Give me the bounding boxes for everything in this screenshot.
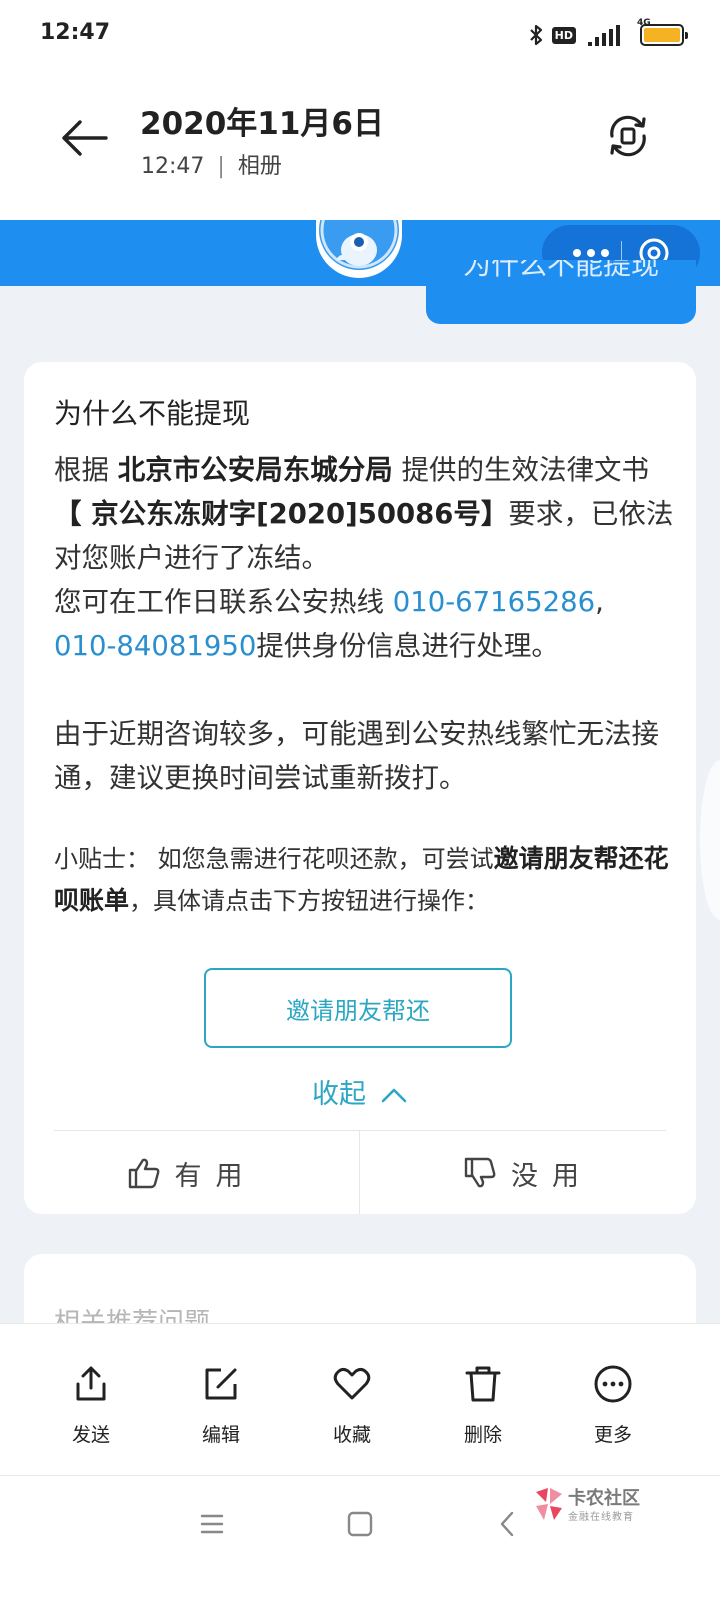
viewer-header: 2020年11月6日 12:47 | 相册 [0, 68, 720, 220]
status-time: 12:47 [40, 20, 111, 45]
battery-level [644, 28, 680, 42]
nav-home-button[interactable] [342, 1506, 378, 1542]
side-decoration [700, 760, 720, 920]
thumbs-down-icon [464, 1157, 496, 1188]
toolbar-send-button[interactable]: 发送 [36, 1324, 146, 1476]
share-icon [76, 1366, 106, 1401]
body-text: 根据 [54, 454, 118, 486]
system-nav-bar: 卡农社区 金融在线教育 [0, 1475, 720, 1600]
toolbar-delete-button[interactable]: 删除 [428, 1324, 538, 1476]
busy-notice: 由于近期咨询较多，可能遇到公安热线繁忙无法接通，建议更换时间尝试重新拨打。 [54, 718, 659, 794]
photo-date-title: 2020年11月6日 [140, 106, 384, 142]
user-message-bubble: 为什么不能提现 [426, 260, 696, 324]
photo-toolbar: 发送 编辑 收藏 删除 更多 [0, 1323, 720, 1475]
trash-icon [465, 1366, 501, 1402]
not-helpful-button[interactable]: 没用 [360, 1132, 696, 1214]
hotline-link-1[interactable]: 010-67165286 [393, 586, 595, 618]
photo-subtitle: 12:47 | 相册 [141, 148, 282, 180]
watermark-title: 卡农社区 [568, 1488, 640, 1509]
toolbar-favorite-label: 收藏 [332, 1424, 371, 1446]
menu-icon [200, 1514, 224, 1534]
status-icons: HD 4G [528, 18, 688, 48]
photo-time: 12:47 [141, 154, 205, 179]
helpful-button[interactable]: 有用 [24, 1132, 359, 1214]
hd-icon: HD [551, 26, 576, 44]
collapse-label: 收起 [312, 1079, 366, 1110]
toolbar-favorite-button[interactable]: 收藏 [297, 1324, 407, 1476]
rotate-button[interactable] [604, 112, 652, 160]
chevron-up-icon [380, 1080, 408, 1111]
rotate-icon [610, 115, 646, 157]
edit-icon [205, 1368, 237, 1400]
more-icon [594, 1365, 632, 1403]
police-agency: 北京市公安局东城分局 [117, 454, 393, 486]
tip-suffix: ，具体请点击下方按钮进行操作： [129, 887, 490, 915]
invite-friend-button[interactable]: 邀请朋友帮还 [204, 968, 512, 1048]
collapse-button[interactable]: 收起 [24, 1072, 696, 1111]
toolbar-more-label: 更多 [593, 1424, 632, 1446]
not-helpful-label: 没用 [511, 1160, 593, 1192]
heart-icon [333, 1367, 371, 1400]
related-questions-title: 相关推荐问题 [54, 1308, 211, 1323]
thumbs-up-icon [128, 1158, 159, 1189]
answer-title: 为什么不能提现 [54, 397, 251, 430]
watermark-logo-icon [536, 1488, 562, 1520]
tip-text: 小贴士： 如您急需进行花呗还款，可尝试邀请朋友帮还花呗账单，具体请点击下方按钮进… [54, 838, 674, 922]
toolbar-send-label: 发送 [71, 1424, 110, 1446]
toolbar-edit-label: 编辑 [201, 1424, 240, 1446]
legal-document-number: 【 京公东冻财字[2020]50086号】 [54, 498, 509, 530]
body-text: 提供的生效法律文书 [392, 454, 649, 486]
status-bar: 12:47 HD 4G [0, 0, 720, 68]
hotline-link-2[interactable]: 010-84081950 [54, 630, 256, 662]
subtitle-separator: | [217, 154, 225, 179]
card-divider [54, 1130, 666, 1131]
home-icon [347, 1511, 373, 1537]
body-text: 您可在工作日联系公安热线 [54, 586, 393, 618]
watermark-subtitle: 金融在线教育 [568, 1512, 634, 1523]
back-button[interactable] [58, 116, 110, 160]
body-text: , [595, 586, 604, 618]
tip-prefix: 小贴士： 如您急需进行花呗还款，可尝试 [54, 845, 494, 873]
battery-icon [640, 24, 688, 46]
bluetooth-icon [528, 23, 544, 47]
toolbar-delete-label: 删除 [463, 1424, 502, 1446]
photo-source: 相册 [237, 154, 282, 179]
photo-content[interactable]: 为什么不能提现 为什么不能提现 根据 北京市公安局东城分局 提供的生效法律文书【… [0, 220, 720, 1323]
nav-menu-button[interactable] [194, 1506, 230, 1542]
toolbar-more-button[interactable]: 更多 [558, 1324, 668, 1476]
answer-body: 根据 北京市公安局东城分局 提供的生效法律文书【 京公东冻财字[2020]500… [54, 448, 674, 800]
toolbar-edit-button[interactable]: 编辑 [166, 1324, 276, 1476]
body-text: 提供身份信息进行处理。 [256, 630, 559, 662]
nav-back-button[interactable] [490, 1506, 526, 1542]
answer-card: 为什么不能提现 根据 北京市公安局东城分局 提供的生效法律文书【 京公东冻财字[… [24, 362, 696, 1214]
related-questions-card: 相关推荐问题 [24, 1254, 696, 1323]
back-icon [500, 1511, 514, 1537]
helpful-label: 有用 [174, 1160, 257, 1192]
community-watermark: 卡农社区 金融在线教育 [532, 1484, 652, 1530]
back-arrow-icon [62, 120, 108, 156]
signal-icon: 4G [584, 18, 651, 48]
